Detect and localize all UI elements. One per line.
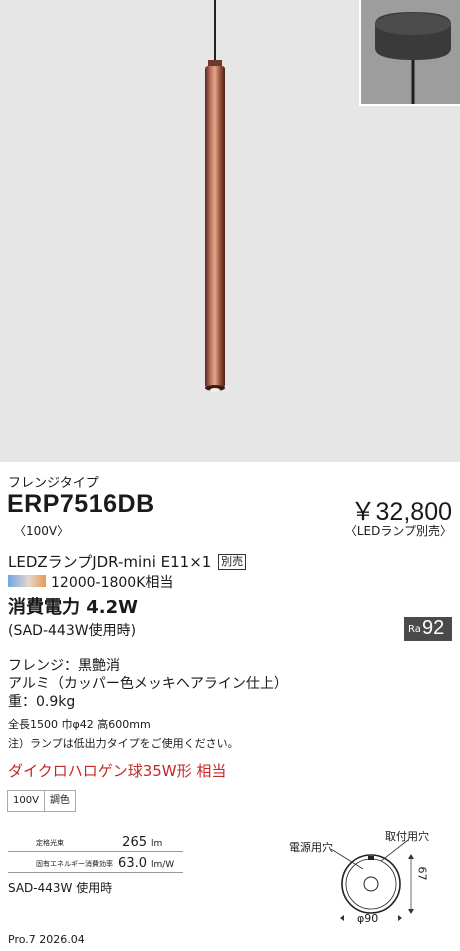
spec-value: 265 (122, 835, 147, 850)
catalog-footer: Pro.7 2026.04 (8, 933, 85, 946)
color-temp-gradient (8, 575, 46, 587)
body-material: アルミ（カッパー色メッキヘアライン仕上） (8, 676, 288, 692)
tag-voltage: 100V (7, 790, 45, 812)
ra-badge: Ra 92 (404, 617, 452, 641)
sold-separately-badge: 別売 (218, 554, 247, 570)
flange-dimension-diagram: 電源用穴 取付用穴 67 φ90 (283, 825, 453, 930)
power-condition: (SAD-443W使用時) (8, 623, 137, 639)
diameter-dimension: φ90 (357, 912, 379, 925)
spec-row-luminous-flux: 定格光束 265 lm (8, 834, 183, 852)
height-dimension: 67 (415, 866, 429, 881)
dimensions: 全長1500 巾φ42 高600mm (8, 718, 151, 731)
color-temp: 12000-1800K相当 (51, 575, 174, 591)
spec-unit: lm (151, 839, 163, 849)
lamp-name-text: LEDZランプJDR-mini E11×1 (8, 553, 212, 571)
ra-value: 92 (422, 617, 445, 639)
lamp-name: LEDZランプJDR-mini E11×1 別売 (8, 551, 247, 572)
flange-detail-image (359, 0, 460, 106)
power-consumption: 消費電力 4.2W (8, 597, 139, 618)
spec-condition: SAD-443W 使用時 (8, 881, 113, 895)
flange-material: フレンジ：黒艶消 (8, 658, 120, 674)
mount-type: フレンジタイプ (8, 476, 99, 491)
spec-value: 63.0 (118, 856, 147, 871)
lamp-note: 注）ランプは低出力タイプをご使用ください。 (8, 737, 239, 750)
ra-label: Ra (408, 624, 421, 635)
weight: 重：0.9kg (8, 694, 76, 710)
tag-dimming: 調色 (44, 790, 76, 812)
spec-label: 定格光束 (36, 839, 64, 847)
feature-tags: 100V 調色 (7, 790, 76, 812)
lamp-sold-note: 〈LEDランプ別売〉 (344, 524, 452, 538)
spec-unit: lm/W (151, 860, 175, 870)
halogen-equivalent: ダイクロハロゲン球35W形 相当 (8, 762, 227, 780)
voltage-note: 〈100V〉 (14, 524, 70, 538)
model-number: ERP7516DB (7, 490, 155, 518)
spec-row-efficiency: 固有エネルギー消費効率 63.0 lm/W (8, 855, 183, 873)
spec-label: 固有エネルギー消費効率 (36, 860, 113, 868)
